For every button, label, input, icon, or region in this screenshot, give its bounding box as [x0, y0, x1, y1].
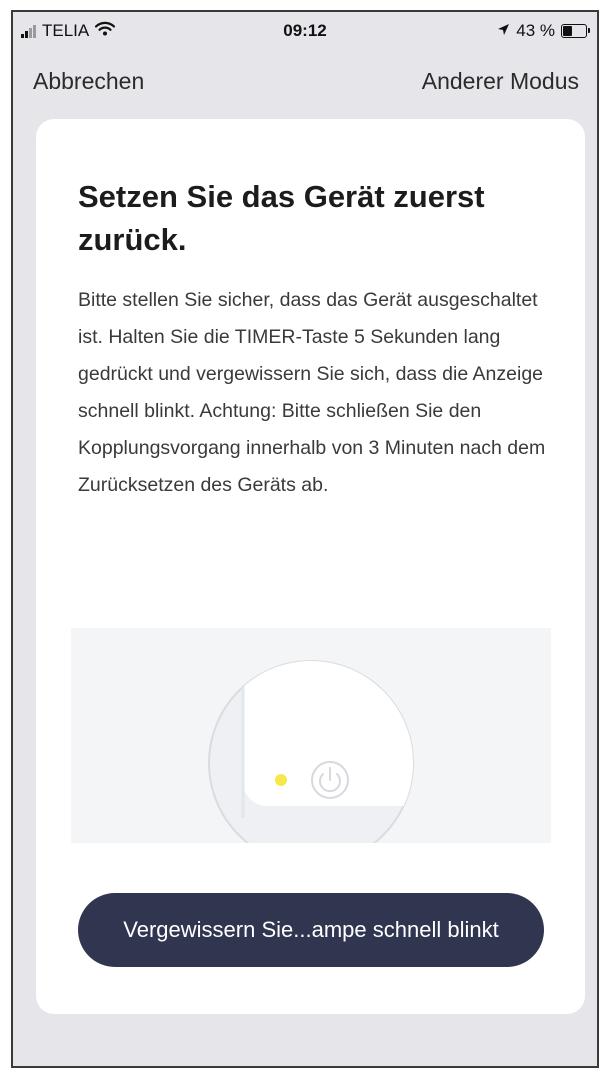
- reset-instructions-card: Setzen Sie das Gerät zuerst zurück. Bitt…: [36, 119, 585, 1014]
- indicator-led-icon: [275, 774, 287, 786]
- page-title: Setzen Sie das Gerät zuerst zurück.: [78, 179, 485, 257]
- phone-screen: TELIA 09:12 43 % Abbrechen Anderer Modus…: [11, 10, 599, 1068]
- cancel-button[interactable]: Abbrechen: [33, 68, 144, 95]
- status-right: 43 %: [497, 21, 590, 41]
- battery-icon: [561, 24, 590, 38]
- confirm-blinking-button[interactable]: Vergewissern Sie...ampe schnell blinkt: [78, 893, 544, 967]
- other-mode-button[interactable]: Anderer Modus: [422, 68, 579, 95]
- status-bar: TELIA 09:12 43 %: [13, 12, 597, 50]
- navigation-bar: Abbrechen Anderer Modus: [13, 64, 597, 104]
- device-illustration: [71, 628, 551, 843]
- location-arrow-icon: [497, 23, 510, 39]
- instructions-text: Bitte stellen Sie sicher, dass das Gerät…: [78, 289, 546, 496]
- battery-percent: 43 %: [516, 21, 555, 40]
